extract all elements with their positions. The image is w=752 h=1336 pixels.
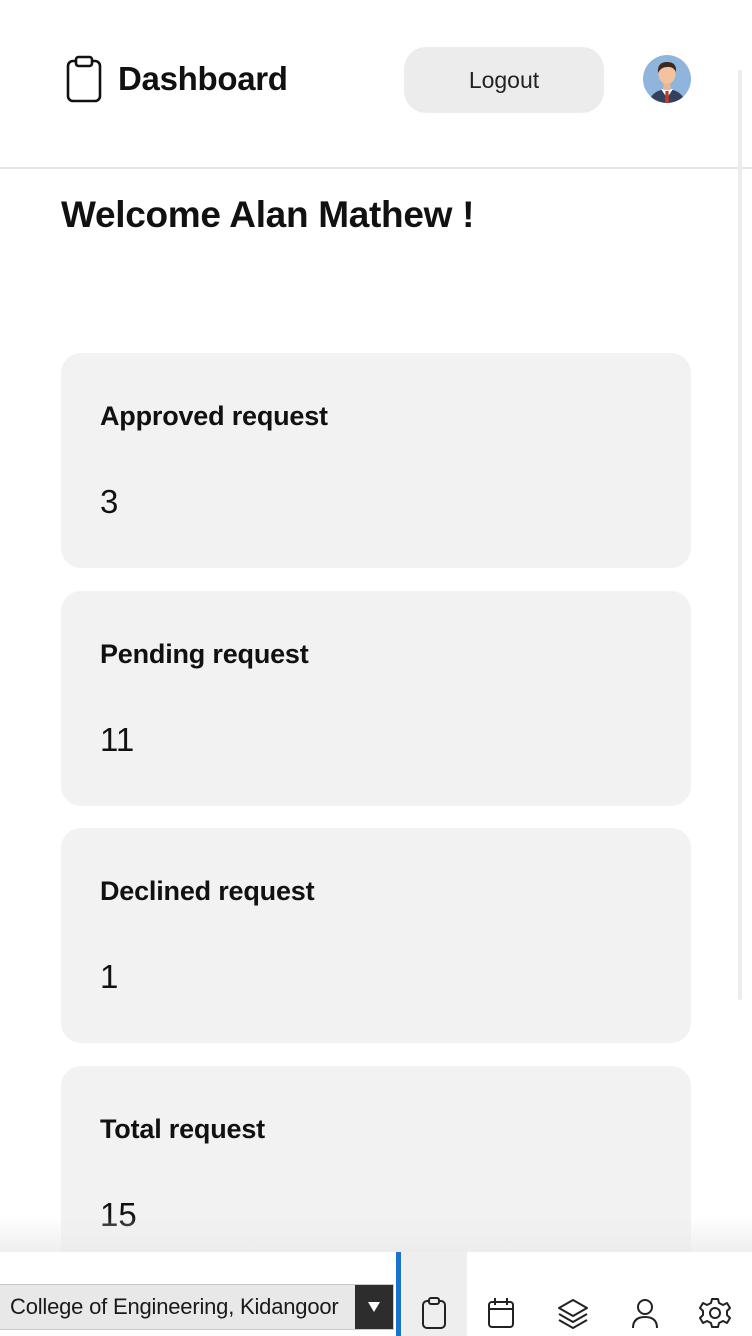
welcome-message: Welcome Alan Mathew ! [61,194,475,235]
layers-icon [558,1299,588,1329]
card-label: Approved request [100,401,328,431]
calendar-icon [488,1298,514,1328]
user-avatar[interactable] [642,52,692,106]
bottom-shadow [0,1216,752,1256]
card-value: 1 [100,958,119,995]
dropdown-arrow-icon[interactable] [355,1285,393,1329]
card-label: Pending request [100,639,309,669]
college-select[interactable]: College of Engineering, Kidangoor [0,1284,394,1330]
pending-request-card[interactable]: Pending request 11 [61,591,691,806]
nav-settings[interactable] [682,1252,748,1336]
nav-dashboard[interactable] [401,1252,467,1336]
clipboard-icon [66,55,102,103]
card-label: Total request [100,1114,265,1144]
card-value: 11 [100,721,135,758]
dashboard-page: Dashboard Logout Welcome Alan Mathew ! A… [0,0,752,1336]
user-icon [632,1299,658,1329]
nav-layers[interactable] [540,1252,606,1336]
clipboard-icon [422,1297,446,1329]
logout-button[interactable]: Logout [404,47,604,113]
card-value: 3 [100,483,119,520]
scrollbar[interactable] [738,70,742,1000]
top-header: Dashboard Logout [0,0,752,169]
page-title: Dashboard [118,60,288,97]
gear-icon [699,1298,731,1328]
card-label: Declined request [100,876,315,906]
college-select-value: College of Engineering, Kidangoor [10,1294,339,1319]
declined-request-card[interactable]: Declined request 1 [61,828,691,1043]
approved-request-card[interactable]: Approved request 3 [61,353,691,568]
nav-calendar[interactable] [468,1252,534,1336]
nav-profile[interactable] [612,1252,678,1336]
